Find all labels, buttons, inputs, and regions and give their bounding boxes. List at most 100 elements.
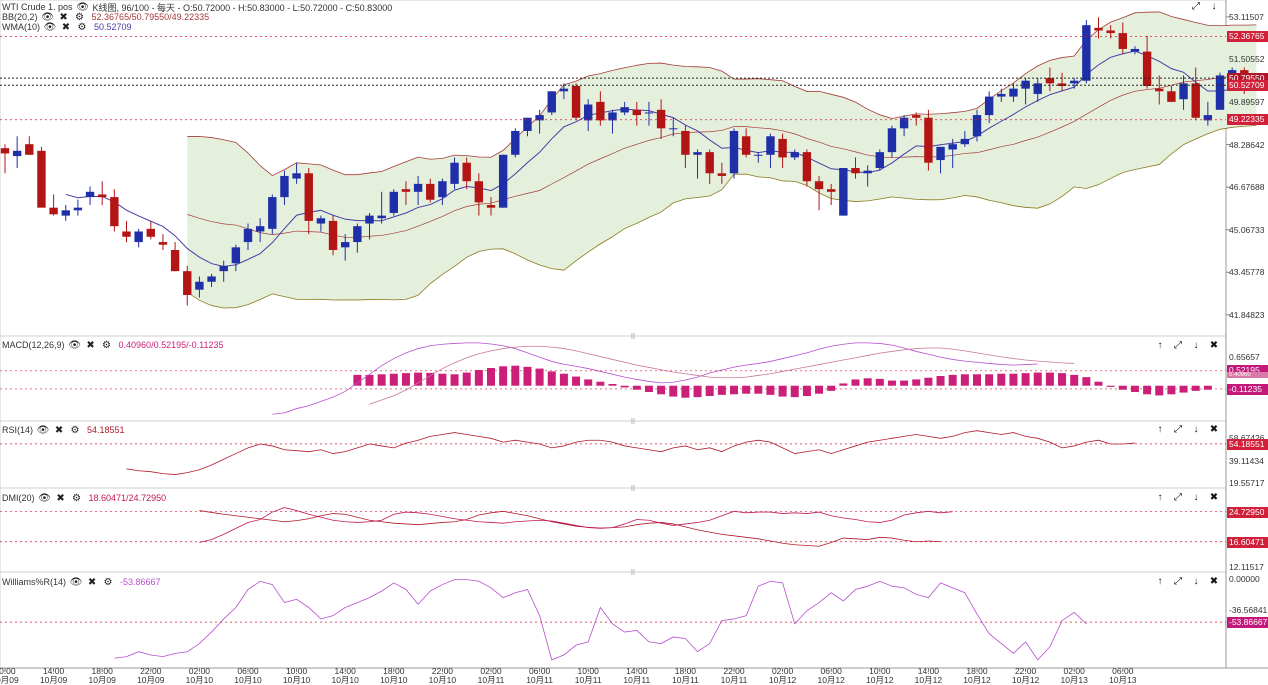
pane-resize-handle[interactable]: ⠿ (630, 333, 636, 341)
time-tick-date: 10月10 (282, 675, 311, 685)
candle-body (292, 173, 301, 179)
time-tick-label: 06:00 10月10 (230, 667, 266, 685)
time-tick-label: 02:00 10月10 (181, 667, 217, 685)
time-tick-label: 02:00 10月11 (473, 667, 509, 685)
up-arrow-icon[interactable]: ↑ (1154, 492, 1166, 504)
down-arrow-icon[interactable]: ↓ (1190, 340, 1202, 352)
close-icon[interactable]: ✖ (1208, 340, 1220, 352)
macd-histogram-bar (985, 374, 994, 386)
gear-icon[interactable]: ⚙ (101, 339, 113, 351)
candle-body (474, 181, 484, 203)
macd-histogram-bar (912, 379, 921, 386)
candle-body (741, 136, 751, 155)
dmi-values: 18.60471/24.72950 (88, 493, 167, 503)
close-icon[interactable]: ✖ (1208, 424, 1220, 436)
macd-histogram-bar (730, 385, 738, 395)
macd-histogram-bar (474, 370, 483, 386)
time-tick-label: 18:00 10月10 (376, 667, 412, 685)
up-arrow-icon[interactable]: ↑ (1154, 424, 1166, 436)
gear-icon[interactable]: ⚙ (76, 21, 88, 33)
macd-histogram-bar (705, 385, 714, 396)
macd-histogram-bar (1033, 372, 1042, 386)
pane-resize-handle[interactable]: ⠿ (630, 418, 636, 426)
gear-icon[interactable]: ⚙ (71, 492, 83, 504)
candle-body (899, 117, 909, 129)
candle-body (948, 144, 957, 150)
candle-body (1167, 91, 1176, 102)
candle-body (717, 173, 727, 176)
candle-body (341, 242, 350, 248)
macd-histogram-bar (438, 373, 447, 386)
macd-histogram-bar (450, 374, 459, 386)
expand-icon[interactable]: ⤢ (1172, 576, 1184, 588)
time-tick-label: 06:00 10月13 (1105, 667, 1141, 685)
candle-body (170, 250, 180, 272)
time-tick-date: 10月11 (477, 675, 505, 685)
up-arrow-icon[interactable]: ↑ (1154, 576, 1166, 588)
macd-histogram-bar (717, 385, 726, 395)
eye-icon[interactable]: 👁 (68, 339, 81, 351)
candle (12, 136, 22, 168)
price-tick-label: 49.89597 (1229, 96, 1265, 107)
eye-icon[interactable]: 👁 (38, 492, 51, 504)
candle (0, 144, 10, 174)
down-arrow-icon[interactable]: ↓ (1190, 576, 1202, 588)
candle-body (37, 150, 46, 208)
close-icon[interactable]: ✖ (85, 339, 97, 351)
macd-histogram-bar (973, 374, 981, 386)
candle-body (280, 175, 289, 198)
time-tick-date: 10月09 (0, 675, 19, 685)
pane-resize-handle[interactable]: ⠿ (630, 569, 636, 577)
macd-histogram-bar (742, 385, 751, 394)
expand-icon[interactable]: ⤢ (1172, 340, 1184, 352)
candle-body (839, 168, 848, 216)
macd-histogram-bar (389, 373, 398, 386)
candle-body (389, 191, 398, 213)
gear-icon[interactable]: ⚙ (69, 424, 81, 436)
candle-body (12, 150, 22, 157)
expand-icon[interactable]: ⤢ (1172, 424, 1184, 436)
gear-icon[interactable]: ⚙ (102, 576, 114, 588)
pane-resize-handle[interactable]: ⠿ (630, 485, 636, 493)
candle-body (255, 226, 265, 232)
candle-body (790, 152, 799, 158)
candle-body (584, 104, 593, 121)
time-tick-label: 22:00 10月10 (424, 667, 460, 685)
down-arrow-icon[interactable]: ↓ (1190, 492, 1202, 504)
macd-histogram-bar (778, 385, 787, 397)
candle-body (1106, 30, 1115, 34)
eye-icon[interactable]: 👁 (37, 424, 50, 436)
candle-body (183, 271, 192, 295)
down-arrow-icon[interactable]: ↓ (1190, 424, 1202, 436)
candle-body (1191, 83, 1200, 118)
close-icon[interactable]: ✖ (53, 424, 65, 436)
expand-icon[interactable]: ⤢ (1190, 1, 1202, 13)
eye-icon[interactable]: 👁 (70, 576, 83, 588)
candle (802, 149, 812, 187)
candle-body (571, 86, 581, 118)
close-icon[interactable]: ✖ (60, 21, 72, 33)
candle-body (620, 107, 629, 113)
candle-body (25, 144, 34, 155)
down-arrow-icon[interactable]: ↓ (1208, 1, 1220, 13)
williams-tag: -53.86667 (1227, 617, 1268, 629)
close-icon[interactable]: ✖ (86, 576, 98, 588)
time-tick-date: 10月12 (1011, 675, 1040, 685)
close-icon[interactable]: ✖ (1208, 492, 1220, 504)
time-tick-date: 10月09 (137, 675, 165, 685)
macd-histogram-bar (414, 372, 423, 386)
expand-icon[interactable]: ⤢ (1172, 492, 1184, 504)
macd-histogram-bar (1058, 373, 1067, 386)
close-icon[interactable]: ✖ (1208, 576, 1220, 588)
price-tag: 50.52709 (1227, 79, 1268, 91)
candle-body (814, 181, 824, 190)
wma-label: WMA(10) (2, 22, 40, 32)
time-tick-date: 10月11 (672, 675, 699, 685)
time-tick-date: 10月10 (185, 675, 214, 685)
candle-body (122, 231, 131, 237)
candle-body (608, 112, 617, 121)
close-icon[interactable]: ✖ (55, 492, 67, 504)
macd-histogram-bar (900, 380, 909, 386)
eye-icon[interactable]: 👁 (44, 21, 57, 33)
up-arrow-icon[interactable]: ↑ (1154, 340, 1166, 352)
